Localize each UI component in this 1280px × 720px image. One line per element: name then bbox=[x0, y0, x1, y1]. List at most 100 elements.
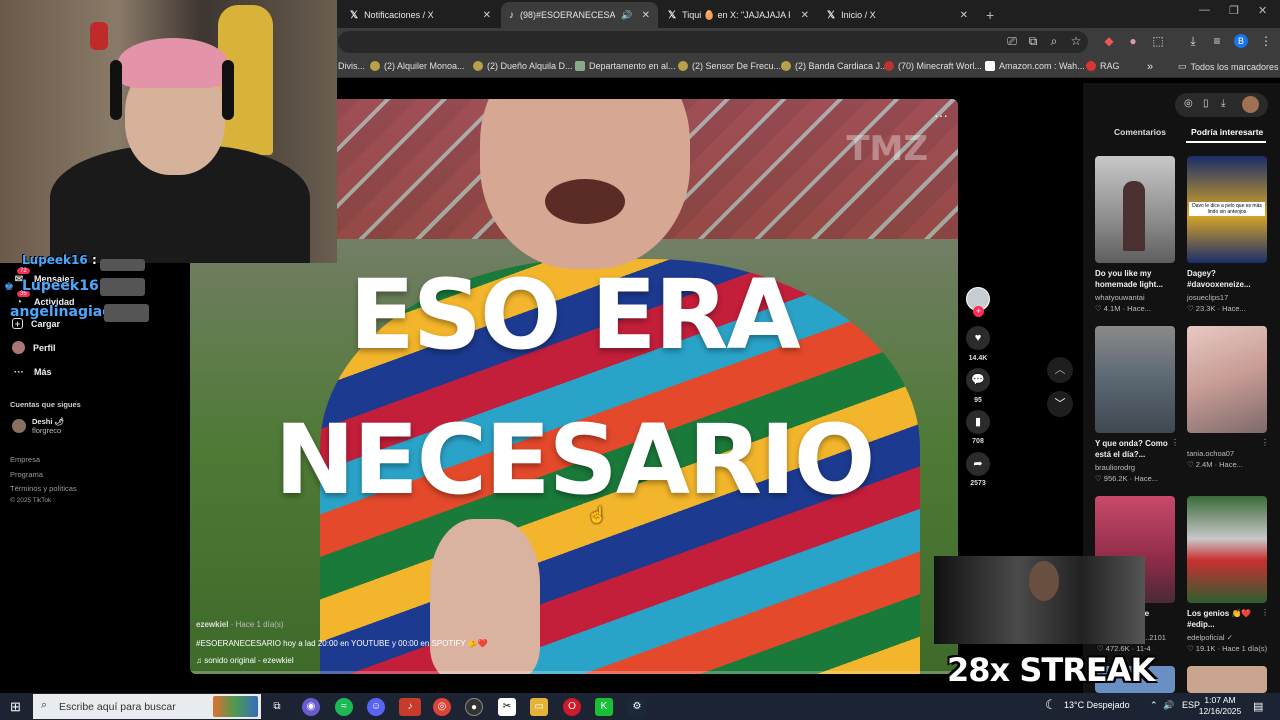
card-title[interactable]: Do you like my homemade light... bbox=[1095, 268, 1177, 290]
steam-icon[interactable]: ⚙ bbox=[628, 698, 646, 716]
user-avatar[interactable] bbox=[1242, 96, 1259, 113]
video-thumbnail[interactable] bbox=[1187, 326, 1267, 433]
speaker-icon[interactable]: 🔊 bbox=[621, 10, 632, 21]
video-sound[interactable]: ♫ sonido original - ezewkiel bbox=[196, 656, 294, 665]
windows-start-icon[interactable]: ⊞ bbox=[10, 699, 21, 715]
card-more-icon[interactable]: ⋮ bbox=[1261, 438, 1269, 447]
share-button[interactable]: ➦ bbox=[966, 452, 990, 476]
bookmark-item[interactable]: (2) Dueño Alquila D... bbox=[473, 61, 573, 71]
taskbar-clock[interactable]: 1:07 AM 12/16/2025 bbox=[1196, 695, 1244, 717]
profile-avatar[interactable]: B bbox=[1234, 34, 1248, 48]
extensions-puzzle-icon[interactable]: ⬚ bbox=[1150, 34, 1166, 48]
bookmark-item[interactable]: (2) Alquiler Monoa... bbox=[370, 61, 465, 71]
bookmark-item[interactable]: (70) Minecraft Worl... bbox=[884, 61, 982, 71]
video-thumbnail[interactable]: Davo le dice a pelo que es más lindo sin… bbox=[1187, 156, 1267, 263]
follow-plus-icon[interactable]: + bbox=[973, 306, 984, 317]
translate-icon[interactable]: ⧉ bbox=[1025, 34, 1041, 49]
close-tab-icon[interactable]: ✕ bbox=[483, 10, 491, 21]
volume-icon[interactable]: 🔊 bbox=[1163, 700, 1174, 711]
card-more-icon[interactable]: ⋮ bbox=[1261, 608, 1269, 617]
cast-icon[interactable]: ⎚ bbox=[1004, 34, 1020, 49]
card-user[interactable]: josueclips17 bbox=[1187, 293, 1228, 302]
bookmark-item[interactable]: RAG bbox=[1086, 61, 1120, 71]
sidebar-item-perfil[interactable]: Perfil bbox=[12, 341, 56, 354]
following-account[interactable]: Deshi 🌶 florgreco bbox=[12, 417, 64, 435]
close-tab-icon[interactable]: ✕ bbox=[960, 10, 968, 21]
bookmark-item[interactable]: Departamento en al... bbox=[575, 61, 676, 71]
restore-icon[interactable]: ❐ bbox=[1229, 4, 1239, 17]
card-user[interactable]: tania.ochoa07 bbox=[1187, 449, 1234, 458]
video-thumbnail[interactable] bbox=[1187, 496, 1267, 603]
footer-link[interactable]: Programa bbox=[10, 470, 43, 479]
taskbar-search[interactable]: ⌕ Escribe aquí para buscar bbox=[33, 694, 261, 719]
bookmarks-overflow-button[interactable]: » bbox=[1147, 61, 1153, 73]
save-button[interactable]: ▮ bbox=[966, 410, 990, 434]
weather-text[interactable]: 13°C Despejado bbox=[1064, 700, 1130, 710]
video-thumbnail[interactable] bbox=[1187, 666, 1267, 693]
menu-kebab-icon[interactable]: ⋮ bbox=[1258, 34, 1274, 48]
device-icon[interactable]: ▯ bbox=[1203, 98, 1209, 109]
tray-chevron-icon[interactable]: ⌃ bbox=[1150, 700, 1158, 711]
video-thumbnail[interactable] bbox=[1095, 156, 1175, 263]
all-bookmarks-button[interactable]: ▭ Todos los marcadores bbox=[1178, 61, 1279, 72]
card-user[interactable]: edelpoficial ✓ bbox=[1187, 633, 1233, 642]
copilot-icon[interactable]: ◉ bbox=[302, 698, 320, 716]
footer-link[interactable]: Términos y políticas bbox=[10, 484, 77, 493]
comment-button[interactable]: 💬 bbox=[966, 368, 990, 392]
file-explorer-icon[interactable]: ▭ bbox=[530, 698, 548, 716]
close-window-icon[interactable]: ✕ bbox=[1258, 4, 1267, 17]
extension-icon[interactable]: ◆ bbox=[1101, 34, 1117, 48]
spotify-icon[interactable]: ≈ bbox=[335, 698, 353, 716]
bookmark-star-icon[interactable]: ☆ bbox=[1068, 34, 1084, 48]
reading-list-icon[interactable]: ≡ bbox=[1209, 34, 1225, 48]
video-thumbnail[interactable] bbox=[1095, 326, 1175, 433]
video-progress-bar[interactable] bbox=[190, 671, 958, 674]
tab-comentarios[interactable]: Comentarios bbox=[1114, 127, 1166, 137]
bookmark-item[interactable]: (2) Sensor De Frecu... bbox=[678, 61, 781, 71]
capcut-icon[interactable]: ✂ bbox=[498, 698, 516, 716]
video-more-icon[interactable]: ··· bbox=[934, 107, 948, 123]
voicemod-icon[interactable]: ♪ bbox=[399, 698, 421, 716]
opera-icon[interactable]: O bbox=[563, 698, 581, 716]
video-overlay-line2: NECESARIO bbox=[274, 404, 876, 516]
like-button[interactable]: ♥ bbox=[966, 326, 990, 350]
obs-icon[interactable]: ● bbox=[465, 698, 483, 716]
discord-icon[interactable]: ☺ bbox=[367, 698, 385, 716]
settings-icon[interactable]: ◎ bbox=[1184, 98, 1193, 109]
card-user[interactable]: whatyouwantai bbox=[1095, 293, 1145, 302]
card-title[interactable]: Y que onda? Como está el día?... bbox=[1095, 438, 1177, 460]
card-title[interactable]: Dagey? #davooxeneize... bbox=[1187, 268, 1269, 290]
address-bar[interactable] bbox=[338, 31, 1088, 53]
task-view-icon[interactable]: ⧉ bbox=[268, 698, 286, 716]
chrome-icon[interactable]: ◎ bbox=[433, 698, 451, 716]
notification-center-icon[interactable]: ▤ bbox=[1253, 700, 1263, 713]
next-video-button[interactable]: ﹀ bbox=[1047, 391, 1073, 417]
tab-notificaciones[interactable]: 𝕏 Notificaciones / X ✕ bbox=[342, 2, 499, 28]
close-tab-icon[interactable]: ✕ bbox=[801, 10, 809, 21]
tab-tiktok-video[interactable]: ♪ (98)#ESOERANECESARIO h 🔊 ✕ bbox=[501, 2, 658, 28]
tab-podria-interesarte[interactable]: Podría interesarte bbox=[1191, 127, 1263, 137]
footer-link[interactable]: Empresa bbox=[10, 455, 40, 464]
sidebar-item-mas[interactable]: ··· Más bbox=[12, 365, 52, 379]
zoom-icon[interactable]: ⌕ bbox=[1046, 34, 1062, 49]
new-tab-button[interactable]: + bbox=[978, 2, 1000, 28]
card-user[interactable]: brauliorodrg bbox=[1095, 463, 1135, 472]
card-user[interactable]: ...2101 bbox=[1143, 633, 1166, 642]
bookmark-item[interactable]: Divis... bbox=[338, 61, 365, 71]
kick-icon[interactable]: K bbox=[595, 698, 613, 716]
bookmark-item[interactable]: Amazon.com : Wah... bbox=[985, 61, 1085, 71]
close-tab-icon[interactable]: ✕ bbox=[642, 10, 650, 21]
card-title[interactable]: Los genios 👏❤️ #edip... bbox=[1187, 608, 1269, 630]
card-more-icon[interactable]: ⋮ bbox=[1171, 438, 1179, 447]
video-author[interactable]: ezewkiel bbox=[196, 620, 228, 629]
extension-icon[interactable]: ● bbox=[1125, 34, 1141, 48]
download-icon[interactable]: ⤓ bbox=[1221, 98, 1225, 109]
video-author-line[interactable]: ezewkiel · Hace 1 día(s) bbox=[196, 620, 284, 629]
previous-video-button[interactable]: ︿ bbox=[1047, 357, 1073, 383]
minimize-icon[interactable]: — bbox=[1199, 4, 1210, 16]
tab-tiqui[interactable]: 𝕏 Tiqui 🥚 en X: "JAJAJAJA PO ✕ bbox=[660, 2, 817, 28]
bookmark-item[interactable]: (2) Banda Cardiaca J... bbox=[781, 61, 888, 71]
tab-inicio[interactable]: 𝕏 Inicio / X ✕ bbox=[819, 2, 976, 28]
download-icon[interactable]: ⤓ bbox=[1185, 34, 1201, 49]
weather-moon-icon[interactable]: ☾ bbox=[1045, 697, 1057, 713]
